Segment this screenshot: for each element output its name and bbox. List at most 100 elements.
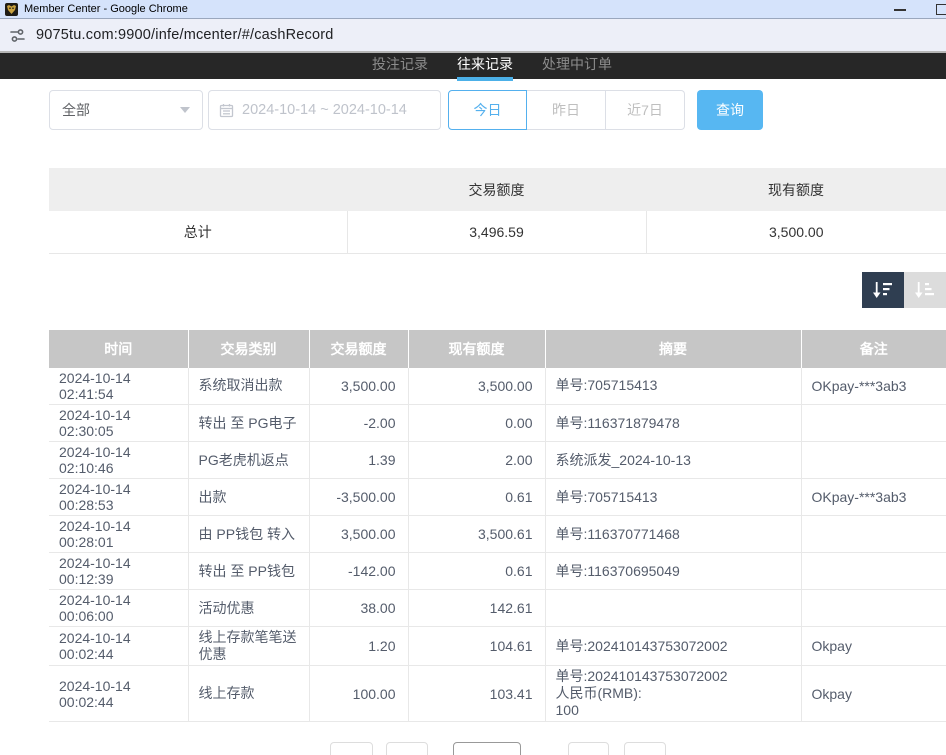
minimize-button[interactable] [894, 9, 906, 11]
cash-record-page: 全部 2024-10-14 ~ 2024-10-14 今日 昨日 近7日 查询 … [0, 90, 946, 755]
tab-active-underline [457, 77, 513, 81]
cell-amount: 1.20 [309, 627, 408, 666]
col-balance: 现有额度 [408, 330, 545, 368]
cell-type: 线上存款笔笔送优惠 [188, 627, 309, 666]
table-row: 2024-10-14 02:10:46 PG老虎机返点 1.39 2.00 系统… [49, 442, 946, 479]
pagination-button[interactable] [624, 742, 666, 755]
calendar-icon [219, 103, 234, 118]
cell-remark [801, 553, 946, 590]
cell-amount: 38.00 [309, 590, 408, 627]
cell-summary: 单号:202410143753072002 [545, 627, 801, 666]
pagination-button[interactable] [386, 742, 428, 755]
cell-balance: 3,500.00 [408, 368, 545, 405]
tab-underline [542, 77, 612, 81]
cell-remark: OKpay-***3ab3 [801, 479, 946, 516]
transactions-header-row: 时间 交易类别 交易额度 现有额度 摘要 备注 [49, 330, 946, 368]
summary-header-row: 交易额度 现有额度 [49, 168, 946, 211]
chevron-down-icon [180, 107, 190, 113]
sort-descending-button[interactable] [862, 272, 904, 308]
tab-betting-records[interactable]: 投注记录 [372, 53, 428, 79]
maximize-button[interactable] [936, 4, 946, 15]
cell-balance: 2.00 [408, 442, 545, 479]
cell-remark [801, 516, 946, 553]
sort-ascending-button[interactable] [904, 272, 946, 308]
summary-transaction-total: 3,496.59 [347, 211, 646, 253]
cell-summary: 单号:116371879478 [545, 405, 801, 442]
cell-time: 2024-10-14 00:28:01 [49, 516, 188, 553]
brand-tiger-icon [5, 3, 18, 16]
url-text[interactable]: 9075tu.com:9900/infe/mcenter/#/cashRecor… [36, 27, 334, 43]
summary-table: 交易额度 现有额度 总计 3,496.59 3,500.00 [49, 168, 946, 254]
cell-amount: 3,500.00 [309, 516, 408, 553]
cell-type: 活动优惠 [188, 590, 309, 627]
cell-time: 2024-10-14 00:06:00 [49, 590, 188, 627]
table-row: 2024-10-14 02:30:05 转出 至 PG电子 -2.00 0.00… [49, 405, 946, 442]
sort-ascending-icon [914, 279, 936, 301]
col-summary: 摘要 [545, 330, 801, 368]
cell-remark: Okpay [801, 666, 946, 722]
cell-remark: OKpay-***3ab3 [801, 368, 946, 405]
cell-remark [801, 590, 946, 627]
cell-type: 转出 至 PG电子 [188, 405, 309, 442]
pagination-button[interactable] [568, 742, 609, 755]
cell-balance: 142.61 [408, 590, 545, 627]
cell-remark [801, 405, 946, 442]
cell-summary: 单号:202410143753072002 人民币(RMB): 100 [545, 666, 801, 722]
cell-time: 2024-10-14 02:30:05 [49, 405, 188, 442]
summary-total-label: 总计 [49, 211, 347, 253]
cell-summary: 单号:116370695049 [545, 553, 801, 590]
cell-remark [801, 442, 946, 479]
tab-underline [372, 77, 428, 81]
col-type: 交易类别 [188, 330, 309, 368]
cell-amount: -2.00 [309, 405, 408, 442]
cell-time: 2024-10-14 00:28:53 [49, 479, 188, 516]
last7days-button[interactable]: 近7日 [606, 90, 685, 130]
site-settings-icon[interactable] [9, 27, 26, 44]
summary-header-empty [49, 168, 347, 211]
tab-processing-orders[interactable]: 处理中订单 [542, 53, 612, 79]
cell-time: 2024-10-14 02:10:46 [49, 442, 188, 479]
table-row: 2024-10-14 00:02:44 线上存款笔笔送优惠 1.20 104.6… [49, 627, 946, 666]
cell-type: 线上存款 [188, 666, 309, 722]
table-row: 2024-10-14 02:41:54 系统取消出款 3,500.00 3,50… [49, 368, 946, 405]
cell-summary [545, 590, 801, 627]
cell-summary: 单号:116370771468 [545, 516, 801, 553]
cell-balance: 0.61 [408, 479, 545, 516]
window-title: Member Center - Google Chrome [24, 3, 188, 15]
cell-remark: Okpay [801, 627, 946, 666]
summary-total-row: 总计 3,496.59 3,500.00 [49, 211, 946, 253]
today-button[interactable]: 今日 [448, 90, 527, 130]
transaction-type-select[interactable]: 全部 [49, 90, 203, 130]
query-button[interactable]: 查询 [697, 90, 763, 130]
summary-header-balance: 现有额度 [646, 168, 946, 211]
summary-header-transaction: 交易额度 [347, 168, 646, 211]
cell-type: 系统取消出款 [188, 368, 309, 405]
col-amount: 交易额度 [309, 330, 408, 368]
pagination-bar [330, 742, 946, 755]
cell-time: 2024-10-14 00:02:44 [49, 627, 188, 666]
pagination-page-select[interactable] [453, 742, 521, 755]
transaction-type-value: 全部 [62, 100, 90, 120]
cell-time: 2024-10-14 00:02:44 [49, 666, 188, 722]
cell-balance: 104.61 [408, 627, 545, 666]
cell-amount: -142.00 [309, 553, 408, 590]
cell-summary: 单号:705715413 [545, 368, 801, 405]
cell-amount: 100.00 [309, 666, 408, 722]
filter-toolbar: 全部 2024-10-14 ~ 2024-10-14 今日 昨日 近7日 查询 [49, 90, 946, 130]
pagination-button[interactable] [330, 742, 373, 755]
cell-type: 由 PP钱包 转入 [188, 516, 309, 553]
yesterday-button[interactable]: 昨日 [527, 90, 606, 130]
tab-transaction-records[interactable]: 往来记录 [457, 53, 513, 79]
transactions-table: 时间 交易类别 交易额度 现有额度 摘要 备注 2024-10-14 02:41… [49, 330, 946, 723]
date-range-picker[interactable]: 2024-10-14 ~ 2024-10-14 [208, 90, 441, 130]
table-row: 2024-10-14 00:28:53 出款 -3,500.00 0.61 单号… [49, 479, 946, 516]
sort-descending-icon [872, 279, 894, 301]
quick-range-group: 今日 昨日 近7日 [448, 90, 685, 130]
cell-balance: 3,500.61 [408, 516, 545, 553]
col-remark: 备注 [801, 330, 946, 368]
cell-time: 2024-10-14 02:41:54 [49, 368, 188, 405]
cell-amount: 3,500.00 [309, 368, 408, 405]
date-range-value: 2024-10-14 ~ 2024-10-14 [242, 102, 407, 118]
browser-address-bar[interactable]: 9075tu.com:9900/infe/mcenter/#/cashRecor… [0, 19, 946, 53]
table-row: 2024-10-14 00:12:39 转出 至 PP钱包 -142.00 0.… [49, 553, 946, 590]
